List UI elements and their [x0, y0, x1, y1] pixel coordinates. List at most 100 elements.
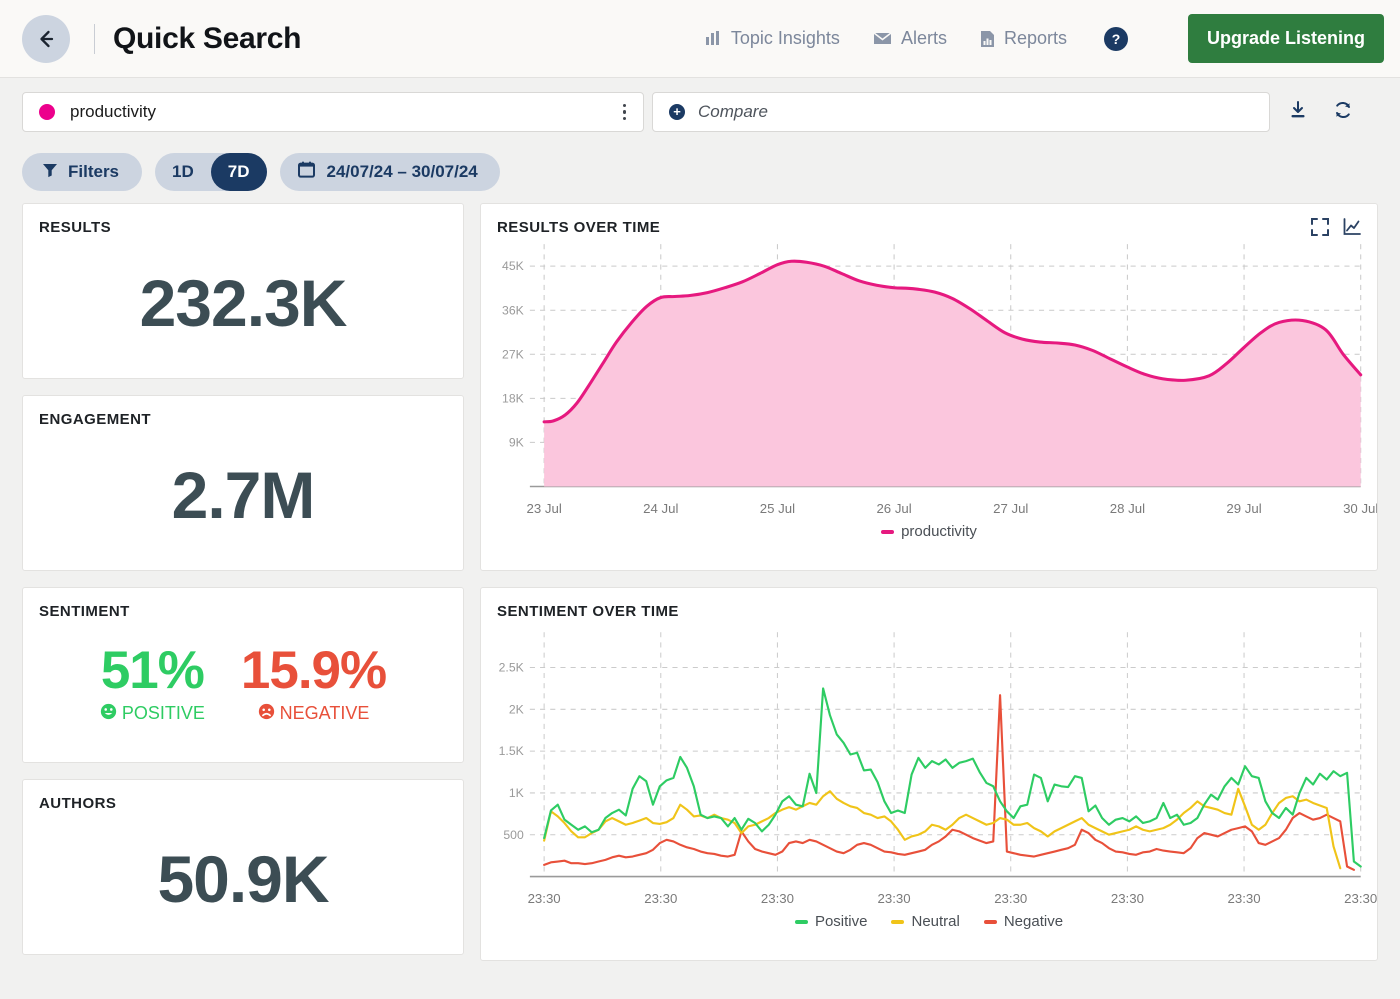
back-button[interactable]: [22, 14, 70, 63]
date-range-label: 24/07/24 – 30/07/24: [326, 162, 478, 181]
svg-text:1.5K: 1.5K: [499, 744, 524, 758]
svg-text:2.5K: 2.5K: [499, 661, 524, 675]
sentiment-negative-label: NEGATIVE: [279, 703, 370, 723]
compare-input[interactable]: + Compare: [652, 92, 1270, 132]
search-term-label: productivity: [70, 102, 156, 121]
results-metric-card: RESULTS 232.3K: [22, 203, 464, 379]
svg-text:27 Jul: 27 Jul: [993, 501, 1028, 516]
download-button[interactable]: [1281, 95, 1315, 129]
date-range-picker[interactable]: 24/07/24 – 30/07/24: [279, 153, 500, 191]
svg-text:23:30: 23:30: [1344, 891, 1377, 906]
download-icon: [1288, 100, 1308, 125]
compare-placeholder: Compare: [698, 102, 768, 121]
results-value: 232.3K: [139, 266, 348, 340]
refresh-button[interactable]: [1326, 95, 1360, 129]
card-title: ENGAGEMENT: [39, 411, 152, 428]
metrics-column: RESULTS 232.3K ENGAGEMENT 2.7M SENTIMENT…: [22, 203, 464, 961]
sentiment-negative-value: 15.9%: [240, 640, 387, 700]
dashboard-grid: RESULTS 232.3K ENGAGEMENT 2.7M SENTIMENT…: [0, 203, 1400, 961]
refresh-icon: [1333, 100, 1353, 125]
svg-text:29 Jul: 29 Jul: [1226, 501, 1261, 516]
header-nav: Topic Insights Alerts Reports ? Upgrade …: [705, 14, 1384, 63]
svg-text:30 Jul: 30 Jul: [1343, 501, 1377, 516]
legend-swatch: [983, 919, 997, 924]
svg-text:23:30: 23:30: [878, 891, 911, 906]
svg-text:23:30: 23:30: [1228, 891, 1261, 906]
svg-text:23:30: 23:30: [1111, 891, 1144, 906]
kebab-menu-icon[interactable]: [620, 100, 630, 125]
legend-item-neutral[interactable]: Neutral: [891, 913, 960, 931]
sentiment-metric-card: SENTIMENT 51% POSITIVE 15.9% NEGATIVE: [22, 587, 464, 763]
legend-item-positive[interactable]: Positive: [794, 913, 868, 931]
nav-item-alerts[interactable]: Alerts: [873, 28, 947, 49]
svg-text:9K: 9K: [509, 435, 524, 449]
app-header: Quick Search Topic Insights Alerts Repor…: [0, 0, 1400, 78]
nav-item-topic-insights[interactable]: Topic Insights: [705, 28, 840, 49]
svg-text:24 Jul: 24 Jul: [643, 501, 678, 516]
svg-text:45K: 45K: [502, 259, 524, 273]
sentiment-negative-block: 15.9% NEGATIVE: [240, 640, 387, 725]
svg-text:25 Jul: 25 Jul: [760, 501, 795, 516]
legend-swatch: [794, 919, 808, 924]
legend-item-negative[interactable]: Negative: [983, 913, 1064, 931]
svg-text:23:30: 23:30: [994, 891, 1027, 906]
sentiment-over-time-chart: 500 1K 1.5K 2K 2.5K 23:30 23:30 23:30 23:30 23:30…: [499, 632, 1377, 906]
sentiment-over-time-card: SENTIMENT OVER TIME 500 1K 1.5K 2K 2.5K 23:30…: [480, 587, 1378, 961]
legend-label: Negative: [1003, 913, 1064, 931]
plus-circle-icon: +: [669, 104, 685, 120]
svg-text:1K: 1K: [509, 786, 524, 800]
legend-label: Neutral: [911, 913, 960, 931]
sentiment-positive-value: 51%: [100, 640, 205, 700]
arrow-left-icon: [35, 28, 57, 50]
card-title: RESULTS: [39, 219, 112, 236]
range-1d-button[interactable]: 1D: [155, 153, 211, 191]
search-term-box[interactable]: productivity: [22, 92, 644, 132]
svg-text:23:30: 23:30: [528, 891, 561, 906]
funnel-icon: [42, 162, 58, 183]
charts-column: RESULTS OVER TIME 9K 18K 27K 36K 45K 23 Jul 24…: [480, 203, 1378, 961]
page-title: Quick Search: [113, 21, 302, 55]
engagement-metric-card: ENGAGEMENT 2.7M: [22, 395, 464, 571]
results-chart-legend: productivity: [481, 523, 1377, 554]
card-title: SENTIMENT OVER TIME: [497, 603, 679, 620]
smiley-happy-icon: [100, 703, 117, 725]
card-title: SENTIMENT: [39, 603, 130, 620]
card-title: AUTHORS: [39, 795, 117, 812]
svg-text:36K: 36K: [502, 303, 524, 317]
filters-label: Filters: [68, 162, 120, 181]
sentiment-positive-label: POSITIVE: [121, 703, 205, 723]
nav-item-reports[interactable]: Reports: [980, 28, 1067, 49]
legend-item-productivity[interactable]: productivity: [881, 523, 977, 540]
engagement-value: 2.7M: [171, 458, 316, 532]
term-color-dot: [39, 104, 55, 120]
calendar-icon: [297, 161, 315, 183]
nav-label: Alerts: [900, 28, 947, 48]
line-chart-icon[interactable]: [1343, 218, 1361, 236]
filter-row: Filters 1D 7D 24/07/24 – 30/07/24: [0, 144, 1400, 203]
envelope-icon: [873, 31, 892, 46]
filters-button[interactable]: Filters: [22, 153, 143, 191]
svg-text:23:30: 23:30: [644, 891, 677, 906]
range-toggle: 1D 7D: [155, 153, 267, 191]
upgrade-listening-button[interactable]: Upgrade Listening: [1187, 14, 1384, 63]
nav-label: Topic Insights: [730, 28, 840, 48]
legend-swatch: [891, 919, 905, 924]
results-over-time-chart: 9K 18K 27K 36K 45K 23 Jul 24 Jul 25 Jul 26 Jul 27…: [502, 244, 1377, 516]
authors-metric-card: AUTHORS 50.9K: [22, 779, 464, 955]
svg-text:23 Jul: 23 Jul: [526, 501, 561, 516]
expand-icon[interactable]: [1311, 218, 1329, 236]
svg-text:26 Jul: 26 Jul: [876, 501, 911, 516]
range-7d-button[interactable]: 7D: [210, 153, 267, 191]
svg-text:18K: 18K: [502, 391, 524, 405]
svg-text:27K: 27K: [502, 347, 524, 361]
authors-value: 50.9K: [157, 842, 329, 916]
svg-text:28 Jul: 28 Jul: [1110, 501, 1145, 516]
legend-label: Positive: [814, 913, 868, 931]
card-title: RESULTS OVER TIME: [497, 219, 661, 236]
sentiment-positive-block: 51% POSITIVE: [100, 644, 205, 725]
results-over-time-card: RESULTS OVER TIME 9K 18K 27K 36K 45K 23 Jul 24…: [480, 203, 1378, 571]
header-divider: [94, 23, 95, 54]
legend-swatch: [881, 529, 895, 534]
document-chart-icon: [980, 30, 995, 48]
help-button[interactable]: ?: [1103, 26, 1128, 51]
